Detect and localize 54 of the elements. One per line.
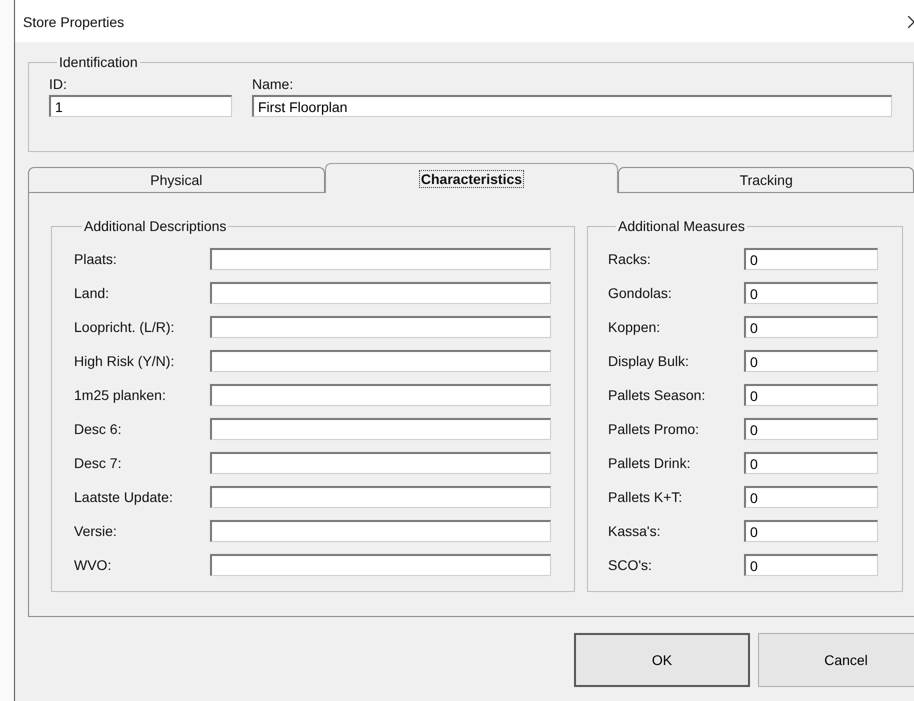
field-label: High Risk (Y/N): [74, 353, 176, 369]
input-field[interactable] [210, 486, 551, 508]
ok-button[interactable]: OK [574, 633, 750, 687]
field-label: Racks: [608, 251, 652, 267]
field-label: Pallets Season: [608, 387, 706, 403]
field-label: Pallets Drink: [608, 455, 692, 471]
field-label: Laatste Update: [74, 489, 174, 505]
field-label: WVO: [74, 557, 112, 573]
input-field[interactable] [210, 350, 551, 372]
field-label: Gondolas: [608, 285, 673, 301]
group-title: Identification [58, 54, 139, 70]
field-label: Land: [74, 285, 110, 301]
input-field[interactable]: 0 [744, 520, 878, 542]
input-field[interactable]: 0 [744, 452, 878, 474]
field-label: Desc 6: [74, 421, 122, 437]
field-label: Name: [252, 76, 294, 92]
input-field[interactable] [210, 248, 551, 270]
input-field[interactable] [210, 520, 551, 542]
input-field[interactable] [210, 282, 551, 304]
cancel-button[interactable]: Cancel [758, 633, 914, 687]
input-field[interactable]: 0 [744, 282, 878, 304]
tab[interactable]: Characteristics [324, 163, 618, 193]
input-field[interactable] [210, 554, 551, 576]
input-field[interactable]: 0 [744, 384, 878, 406]
input-field[interactable]: 0 [744, 350, 878, 372]
field-label: ID: [49, 76, 68, 92]
field-label: Desc 7: [74, 455, 122, 471]
field-label: Versie: [74, 523, 118, 539]
input-field[interactable]: First Floorplan [252, 95, 892, 117]
field-label: Koppen: [608, 319, 662, 335]
close-icon[interactable] [908, 16, 914, 28]
group-title: Additional Measures [617, 218, 746, 234]
window-title: Store Properties [23, 14, 124, 30]
field-label: Pallets K+T: [608, 489, 684, 505]
field-label: Display Bulk: [608, 353, 690, 369]
field-label: Plaats: [74, 251, 118, 267]
tab[interactable]: Tracking [618, 167, 914, 192]
input-field[interactable]: 0 [744, 486, 878, 508]
field-label: 1m25 planken: [74, 387, 167, 403]
input-field[interactable] [210, 384, 551, 406]
group-title: Additional Descriptions [83, 218, 228, 234]
input-field[interactable] [210, 452, 551, 474]
field-label: SCO's: [608, 557, 653, 573]
tab[interactable]: Physical [28, 167, 325, 192]
input-field[interactable]: 0 [744, 418, 878, 440]
input-field[interactable]: 1 [49, 95, 232, 117]
input-field[interactable] [210, 316, 551, 338]
field-label: Loopricht. (L/R): [74, 319, 176, 335]
input-field[interactable] [210, 418, 551, 440]
field-label: Pallets Promo: [608, 421, 700, 437]
field-label: Kassa's: [608, 523, 662, 539]
input-field[interactable]: 0 [744, 316, 878, 338]
input-field[interactable]: 0 [744, 554, 878, 576]
input-field[interactable]: 0 [744, 248, 878, 270]
